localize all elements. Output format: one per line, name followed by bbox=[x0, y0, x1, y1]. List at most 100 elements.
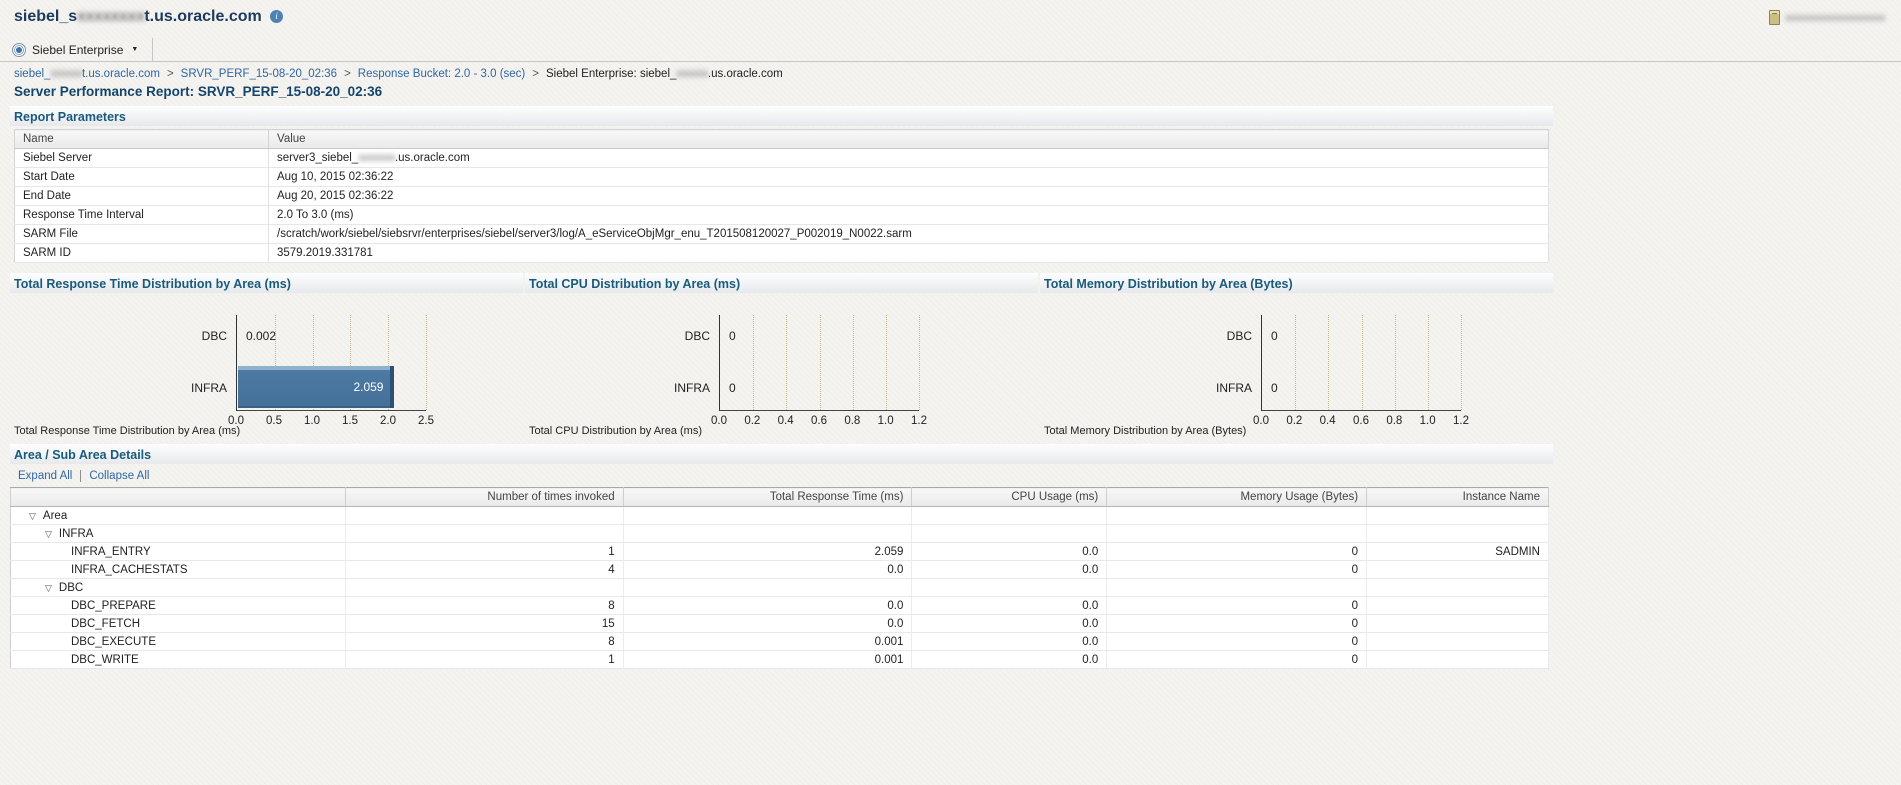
invoked-count bbox=[345, 578, 624, 597]
table-row: DBC_PREPARE 8 0.0 0.0 0 bbox=[10, 596, 1549, 615]
x-tick-label: 0.8 bbox=[844, 415, 861, 427]
siebel-enterprise-menu-button[interactable]: Siebel Enterprise ▼ bbox=[0, 38, 154, 61]
x-tick-label: 0.2 bbox=[744, 415, 761, 427]
breadcrumb-separator: > bbox=[532, 68, 539, 80]
column-header-tree bbox=[10, 487, 346, 507]
masked-text: xxxxxxx bbox=[358, 152, 395, 164]
column-header-name: Name bbox=[14, 129, 269, 149]
instance-name-value bbox=[1366, 506, 1549, 525]
text-part: siebel_ bbox=[14, 68, 51, 80]
chart-gridline bbox=[852, 315, 854, 410]
response-time-value: 2.059 bbox=[623, 542, 913, 561]
param-name: SARM File bbox=[14, 224, 269, 244]
x-tick-label: 0.8 bbox=[1386, 415, 1403, 427]
text-part: Siebel Enterprise: siebel_ bbox=[545, 68, 677, 80]
param-value: 3579.2019.331781 bbox=[268, 243, 1549, 263]
table-row: ▽ DBC bbox=[10, 578, 1549, 597]
table-row: ▽ Area bbox=[10, 506, 1549, 525]
memory-usage-value: 0 bbox=[1106, 650, 1368, 669]
chart-gridline bbox=[1328, 315, 1330, 410]
chart-category-label: INFRA bbox=[191, 381, 227, 395]
chart-gridline bbox=[819, 315, 821, 410]
table-row: Start Date Aug 10, 2015 02:36:22 bbox=[14, 167, 1549, 187]
tree-expand-toggle[interactable]: ▽ bbox=[45, 583, 52, 594]
tree-node-label: DBC_WRITE bbox=[71, 653, 139, 666]
invoked-count bbox=[345, 506, 624, 525]
response-time-chart: Total Response Time Distribution by Area… bbox=[10, 273, 523, 438]
tree-expand-toggle[interactable]: ▽ bbox=[45, 529, 52, 540]
chart-gridline bbox=[885, 315, 887, 410]
cpu-usage-value bbox=[911, 524, 1108, 543]
chart-value-label: 0.002 bbox=[246, 329, 277, 343]
tree-cell: ▽ DBC bbox=[10, 578, 346, 597]
chart-plot-area: DBC 0 INFRA 0 bbox=[674, 315, 920, 411]
area-details-section-header: Area / Sub Area Details bbox=[10, 444, 1553, 464]
cpu-usage-value: 0.0 bbox=[911, 614, 1108, 633]
masked-text: xxxxxxxx bbox=[77, 8, 145, 25]
bar-value-label: 2.059 bbox=[353, 380, 384, 394]
chart-gridline bbox=[919, 315, 920, 410]
cpu-usage-value: 0.0 bbox=[911, 542, 1108, 561]
content: Report Parameters Name Value Siebel Serv… bbox=[10, 106, 1553, 669]
x-tick-label: 2.5 bbox=[418, 415, 434, 427]
text-part: Aug 10, 2015 02:36:22 bbox=[277, 171, 394, 183]
tree-node-label: DBC_EXECUTE bbox=[71, 635, 156, 648]
table-row: DBC_FETCH 15 0.0 0.0 0 bbox=[10, 614, 1549, 633]
x-tick-label: 1.0 bbox=[1419, 415, 1436, 427]
instance-name-value bbox=[1366, 650, 1549, 669]
text-part: Response Bucket: 2.0 - 3.0 (sec) bbox=[357, 68, 526, 80]
tree-node-label: INFRA bbox=[58, 527, 94, 540]
menu-bar: Siebel Enterprise ▼ bbox=[0, 38, 1901, 62]
breadcrumb-item[interactable]: Response Bucket: 2.0 - 3.0 (sec) bbox=[358, 68, 525, 80]
x-tick-label: 0.2 bbox=[1286, 415, 1303, 427]
chart-section-header: Total Response Time Distribution by Area… bbox=[10, 273, 523, 293]
tree-expand-toggle[interactable]: ▽ bbox=[29, 511, 36, 522]
table-row: ▽ INFRA bbox=[10, 524, 1549, 543]
breadcrumb-item[interactable]: SRVR_PERF_15-08-20_02:36 bbox=[181, 68, 337, 80]
invoked-count: 1 bbox=[345, 650, 624, 669]
collapse-all-link[interactable]: Collapse All bbox=[89, 470, 149, 482]
invoked-count: 15 bbox=[345, 614, 624, 633]
column-header-invoked: Number of times invoked bbox=[345, 487, 624, 507]
cpu-usage-value: 0.0 bbox=[911, 650, 1108, 669]
param-value: Aug 20, 2015 02:36:22 bbox=[268, 186, 1549, 206]
text-part: /scratch/work/siebel/siebsrvr/enterprise… bbox=[277, 228, 912, 240]
chart-gridline bbox=[1461, 315, 1462, 410]
instance-name-value bbox=[1366, 560, 1549, 579]
tree-node-label: Area bbox=[42, 509, 68, 522]
tree-node-label: DBC_PREPARE bbox=[71, 599, 156, 612]
invoked-count: 8 bbox=[345, 632, 624, 651]
breadcrumb-item[interactable]: siebel_xxxxxxt.us.oracle.com bbox=[14, 68, 160, 80]
cpu-usage-value bbox=[911, 506, 1108, 525]
breadcrumb-separator: > bbox=[344, 68, 351, 80]
chart-section-header: Total CPU Distribution by Area (ms) bbox=[525, 273, 1038, 293]
chart-value-label: 0 bbox=[1271, 381, 1278, 395]
chart-title: Total CPU Distribution by Area (ms) bbox=[529, 276, 741, 291]
cpu-usage-value bbox=[911, 578, 1108, 597]
tree-cell: ▽ Area bbox=[10, 506, 346, 525]
param-name: Siebel Server bbox=[14, 148, 269, 168]
page-host-title: siebel_sxxxxxxxxt.us.oracle.com bbox=[14, 8, 262, 26]
x-tick-label: 0.0 bbox=[1253, 415, 1269, 427]
chart-category-label: INFRA bbox=[674, 381, 710, 395]
text-part: t.us.oracle.com bbox=[81, 68, 160, 80]
table-row: End Date Aug 20, 2015 02:36:22 bbox=[14, 186, 1549, 206]
menu-label: Siebel Enterprise bbox=[32, 42, 124, 57]
param-value: server3_siebel_xxxxxxx.us.oracle.com bbox=[268, 148, 1549, 168]
x-tick-label: 0.5 bbox=[266, 415, 282, 427]
chart-plot-area: DBC 0.002 INFRA 2.059 bbox=[191, 315, 427, 411]
table-row: Response Time Interval 2.0 To 3.0 (ms) bbox=[14, 205, 1549, 225]
expand-all-link[interactable]: Expand All bbox=[18, 470, 72, 482]
info-icon[interactable]: i bbox=[270, 10, 284, 23]
response-time-value bbox=[623, 524, 913, 543]
chart-gridline bbox=[1295, 315, 1297, 410]
chart-bar-infra[interactable]: 2.059 bbox=[238, 366, 395, 408]
chart-gridline bbox=[1361, 315, 1363, 410]
chart-section-header: Total Memory Distribution by Area (Bytes… bbox=[1040, 273, 1553, 293]
tree-cell: INFRA_CACHESTATS bbox=[10, 560, 346, 579]
chart-category-label: DBC bbox=[684, 329, 710, 343]
redacted-host-text: xxxxxxxxxxxxxxxxxxxx bbox=[1785, 11, 1886, 24]
chart-title: Total Memory Distribution by Area (Bytes… bbox=[1044, 276, 1293, 291]
chart-gridline bbox=[1427, 315, 1429, 410]
response-time-value bbox=[623, 506, 913, 525]
